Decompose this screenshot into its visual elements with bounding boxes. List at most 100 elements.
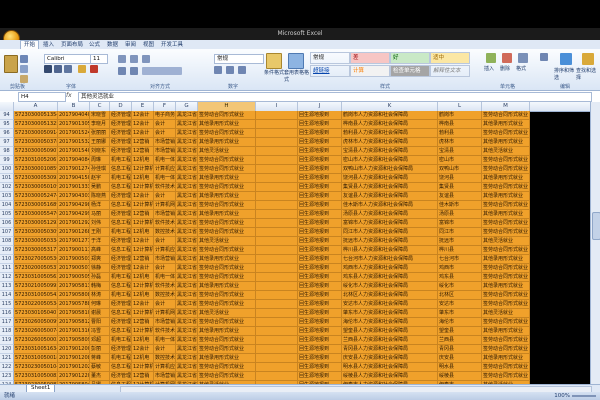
cell[interactable]: 黑龙江省 <box>176 165 198 174</box>
column-header-c[interactable]: C <box>90 102 110 111</box>
cell[interactable]: 鸡东县 <box>438 273 482 282</box>
cell[interactable]: 赵宇 <box>90 174 110 183</box>
cell[interactable]: 57230310050562 <box>14 273 58 282</box>
cell[interactable]: 信息工程 <box>110 246 132 255</box>
cell[interactable]: 黑龙江省 <box>176 174 198 183</box>
cell[interactable]: 回生源地报到 <box>298 345 342 354</box>
tab-home[interactable]: 开始 <box>20 40 40 49</box>
cell[interactable]: 市场营销 <box>154 372 176 381</box>
cell[interactable]: 会计 <box>154 192 176 201</box>
format-cells-icon[interactable] <box>518 53 528 63</box>
cell[interactable] <box>256 345 298 354</box>
cell[interactable]: 黑龙江省 <box>176 111 198 120</box>
cell[interactable] <box>256 138 298 147</box>
row-header[interactable]: 105 <box>0 210 14 219</box>
cell[interactable]: 2017901274 <box>58 165 90 174</box>
cell[interactable]: 黑龙江省 <box>176 183 198 192</box>
format-painter-icon[interactable] <box>20 75 28 83</box>
cell[interactable] <box>256 183 298 192</box>
cell[interactable]: 经济管理 <box>110 129 132 138</box>
cell[interactable]: 2017901271 <box>58 237 90 246</box>
style-normal[interactable]: 常规 <box>310 52 350 64</box>
cell[interactable]: 12计算机 <box>132 165 154 174</box>
vertical-scrollbar[interactable] <box>590 102 600 384</box>
cell[interactable]: 回生源地报到 <box>298 291 342 300</box>
column-header-l[interactable]: L <box>438 102 482 111</box>
cell[interactable]: 57230200050537 <box>14 264 58 273</box>
cell[interactable]: 黑龙江省 <box>176 264 198 273</box>
cell[interactable]: 虎林市 <box>438 138 482 147</box>
style-explanatory[interactable]: 解释性文本 <box>430 65 470 77</box>
cell[interactable]: 57230300051292 <box>14 219 58 228</box>
cell[interactable]: 57230260050074 <box>14 327 58 336</box>
cell[interactable]: 黑龙江省 <box>176 327 198 336</box>
cell[interactable]: 市场营销 <box>154 147 176 156</box>
row-header[interactable]: 109 <box>0 246 14 255</box>
cell[interactable]: 回生源地报到 <box>298 354 342 363</box>
cell[interactable]: 黑龙江省 <box>176 255 198 264</box>
cell[interactable]: 鹤岗市 <box>438 111 482 120</box>
cell[interactable]: 2017904299 <box>58 210 90 219</box>
cell[interactable]: 黑龙江省 <box>176 201 198 210</box>
cell[interactable]: 孙佳琪 <box>90 165 110 174</box>
cell[interactable]: 57230300051325 <box>14 120 58 129</box>
cell[interactable]: 回生源地报到 <box>298 120 342 129</box>
cell[interactable]: 12机电 <box>132 228 154 237</box>
cell[interactable]: 双鸭山市 <box>438 165 482 174</box>
tab-insert[interactable]: 插入 <box>40 41 57 49</box>
cell[interactable] <box>256 174 298 183</box>
cell[interactable]: 黑龙江省 <box>176 309 198 318</box>
paste-icon[interactable] <box>4 55 18 73</box>
percent-icon[interactable] <box>226 66 234 74</box>
cell[interactable]: 市场营销 <box>154 255 176 264</box>
row-header[interactable]: 99 <box>0 156 14 165</box>
cell[interactable]: 2017901532 <box>58 138 90 147</box>
cell[interactable]: 经济管理 <box>110 210 132 219</box>
cell[interactable]: 明水县 <box>438 363 482 372</box>
row-header[interactable]: 123 <box>0 372 14 381</box>
cell[interactable]: 回生源地报到 <box>298 174 342 183</box>
cell[interactable]: 鹤岗市人力资源和社会保障局 <box>342 111 438 120</box>
cell[interactable]: 勃利县人力资源和社会保障局 <box>342 129 438 138</box>
cell[interactable]: 软件技术 <box>154 183 176 192</box>
cell[interactable]: 签劳动合同形式就业 <box>198 219 256 228</box>
cell[interactable]: 57230260050099 <box>14 318 58 327</box>
cell[interactable]: 12营销 <box>132 372 154 381</box>
cell[interactable]: 经济管理 <box>110 237 132 246</box>
cell[interactable]: 黑龙江省 <box>176 210 198 219</box>
cell[interactable] <box>256 246 298 255</box>
cell[interactable]: 马丽 <box>90 210 110 219</box>
cell[interactable]: 宝清县 <box>438 147 482 156</box>
style-hyperlink[interactable]: 超链接 <box>310 65 350 77</box>
select-all-corner[interactable] <box>0 102 14 111</box>
row-header[interactable]: 121 <box>0 354 14 363</box>
cell[interactable]: 其他录用形式就业 <box>482 210 530 219</box>
row-header[interactable]: 110 <box>0 255 14 264</box>
cell[interactable]: 57230301050401 <box>14 309 58 318</box>
table-format-icon[interactable] <box>288 53 304 69</box>
cell[interactable]: 其他录用形式就业 <box>198 255 256 264</box>
cell[interactable]: 经济管理 <box>110 147 132 156</box>
cell[interactable]: 黑龙江省 <box>176 291 198 300</box>
cell[interactable]: 签劳动合同形式就业 <box>198 201 256 210</box>
cell[interactable]: 黑龙江省 <box>176 237 198 246</box>
cell[interactable]: 其他录用形式就业 <box>482 327 530 336</box>
tab-page-layout[interactable]: 页面布局 <box>58 41 86 49</box>
cell[interactable]: 其他录用形式就业 <box>482 174 530 183</box>
cell[interactable]: 回生源地报到 <box>298 129 342 138</box>
cell[interactable]: 57230220050534 <box>14 300 58 309</box>
cell[interactable]: 刘伟 <box>90 219 110 228</box>
cell[interactable]: 2017901305 <box>58 120 90 129</box>
cell[interactable]: 2017905812 <box>58 318 90 327</box>
find-select-label[interactable]: 查找和选择 <box>576 67 600 81</box>
wrap-text-icon[interactable] <box>142 55 150 63</box>
cell[interactable]: 林涛 <box>90 291 110 300</box>
cell[interactable]: 12计算机 <box>132 282 154 291</box>
cell[interactable]: 鸡西市人力资源和社会保障局 <box>342 264 438 273</box>
cell[interactable]: 黑龙江省 <box>176 273 198 282</box>
cell[interactable]: 签劳动合同形式就业 <box>482 264 530 273</box>
column-header-h[interactable]: H <box>198 102 256 111</box>
cell[interactable]: 签劳动合同形式就业 <box>198 156 256 165</box>
cell[interactable]: 其他录用形式就业 <box>482 255 530 264</box>
tab-review[interactable]: 审阅 <box>122 41 139 49</box>
